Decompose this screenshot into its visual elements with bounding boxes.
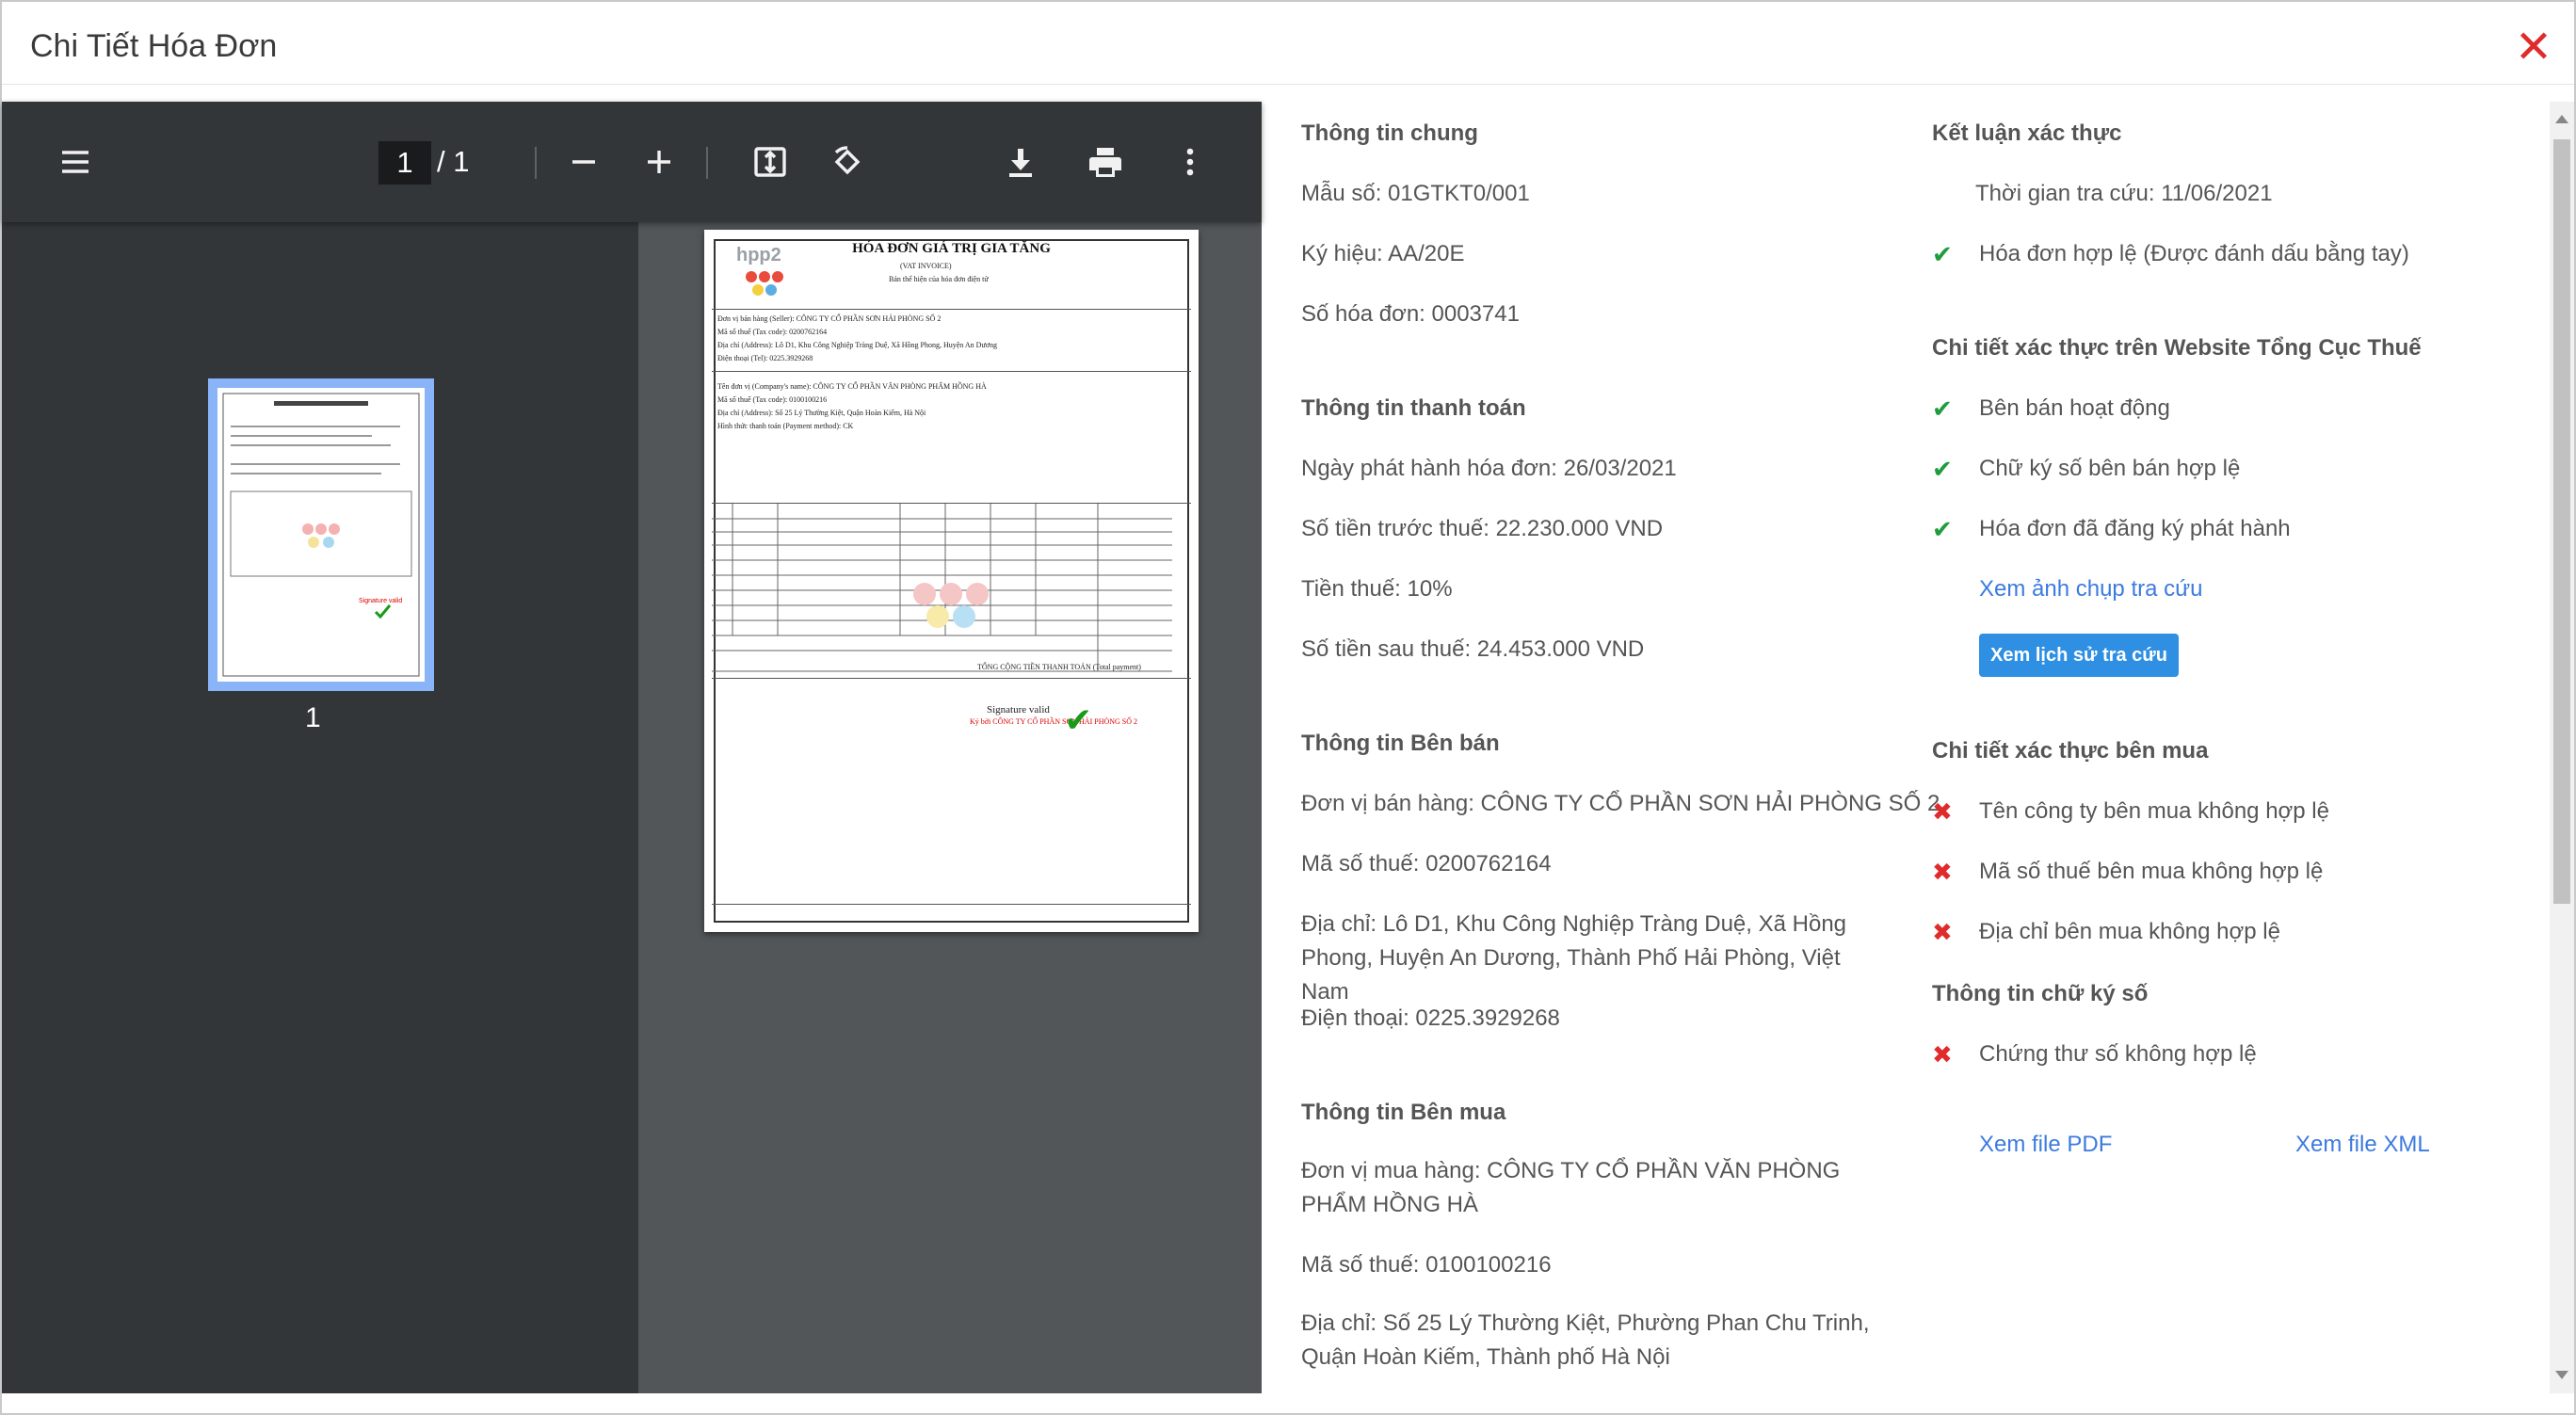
fit-page-icon[interactable]	[744, 136, 797, 188]
view-pdf-link[interactable]: Xem file PDF	[1979, 1132, 2112, 1158]
invoice-seller-line: Đơn vị bán hàng (Seller): CÔNG TY CỔ PHẦ…	[717, 314, 942, 323]
cross-icon: ✖	[1932, 918, 1953, 946]
signature-check-icon: ✔	[1064, 700, 1093, 739]
seller-tax-code: Mã số thuế: 0200762164	[1301, 851, 1552, 876]
buyer-name: Đơn vị mua hàng: CÔNG TY CỔ PHẦN VĂN PHÒ…	[1301, 1158, 1841, 1217]
cross-icon: ✖	[1932, 858, 1953, 886]
logo-dot	[746, 271, 757, 282]
buyer-check-title: Chi tiết xác thực bên mua	[1932, 738, 2209, 764]
seller-phone: Điện thoại: 0225.3929268	[1301, 1005, 1560, 1031]
invoice-text-line: Hình thức thanh toán (Payment method): C…	[717, 422, 854, 430]
issue-date: Ngày phát hành hóa đơn: 26/03/2021	[1301, 456, 1677, 481]
invoice-title: HÓA ĐƠN GIÁ TRỊ GIA TĂNG	[852, 241, 1051, 256]
buyer-check-item: Mã số thuế bên mua không hợp lệ	[1979, 859, 2324, 884]
logo-dot	[752, 284, 764, 296]
zoom-in-icon[interactable]	[633, 136, 685, 188]
invoice-divider	[712, 678, 1191, 679]
invoice-number: Số hóa đơn: 0003741	[1301, 301, 1520, 327]
check-icon: ✔	[1932, 515, 1953, 543]
invoice-info-panel: Thông tin chung Mẫu số: 01GTKT0/001 Ký h…	[1262, 102, 2553, 1393]
tax-site-item: Chữ ký số bên bán hợp lệ	[1979, 456, 2241, 481]
logo-dot	[772, 271, 783, 282]
buyer-address: Địa chỉ: Số 25 Lý Thường Kiệt, Phường Ph…	[1301, 1310, 1870, 1370]
buyer-tax-code: Mã số thuế: 0100100216	[1301, 1252, 1552, 1278]
seller-address: Địa chỉ: Lô D1, Khu Công Nghiệp Tràng Du…	[1301, 911, 1847, 1005]
zoom-out-icon[interactable]	[557, 136, 610, 188]
info-scrollbar[interactable]	[2550, 102, 2574, 1393]
close-icon[interactable]: ✕	[2512, 25, 2555, 71]
scroll-up-icon[interactable]	[2555, 115, 2568, 123]
thumbnail-page-number: 1	[305, 702, 321, 733]
invoice-text-line: Điện thoại (Tel): 0225.3929268	[717, 354, 813, 362]
tax-site-item: Hóa đơn đã đăng ký phát hành	[1979, 516, 2291, 541]
invoice-page: hpp2 HÓA ĐƠN GIÁ TRỊ GIA TĂNG (VAT INVOI…	[704, 230, 1199, 932]
tax-rate: Tiền thuế: 10%	[1301, 576, 1453, 602]
page-thumbnail[interactable]: Signature valid	[208, 378, 434, 691]
invoice-subtitle: (VAT INVOICE)	[900, 262, 952, 270]
print-icon[interactable]	[1079, 136, 1132, 188]
invoice-display-note: Bản thể hiện của hóa đơn điện tử	[889, 275, 989, 283]
logo-dot	[765, 284, 777, 296]
scroll-down-icon[interactable]	[2555, 1371, 2568, 1379]
payment-info-title: Thông tin thanh toán	[1301, 395, 1526, 421]
page-number-input[interactable]: 1	[378, 141, 431, 185]
pdf-toolbar: 1 / 1	[2, 102, 1262, 222]
seller-info-title: Thông tin Bên bán	[1301, 731, 1500, 756]
check-icon: ✔	[1932, 394, 1953, 423]
buyer-info-title: Thông tin Bên mua	[1301, 1100, 1506, 1125]
modal-header: Chi Tiết Hóa Đơn ✕	[2, 2, 2574, 85]
thumbnail-sidebar: Signature valid 1	[2, 222, 638, 1393]
buyer-check-item: Địa chỉ bên mua không hợp lệ	[1979, 919, 2280, 944]
svg-text:Signature valid: Signature valid	[359, 598, 402, 604]
invoice-buyer-line: Tên đơn vị (Company's name): CÔNG TY CỔ …	[717, 382, 987, 391]
invoice-detail-modal: Chi Tiết Hóa Đơn ✕ 1 / 1 Signature valid…	[0, 0, 2576, 1415]
more-vert-icon[interactable]	[1164, 136, 1216, 188]
tax-site-item: Bên bán hoạt động	[1979, 395, 2170, 421]
invoice-text-line: Địa chỉ (Address): Số 25 Lý Thường Kiệt,…	[717, 409, 926, 417]
pre-tax-amount: Số tiền trước thuế: 22.230.000 VND	[1301, 516, 1664, 541]
cross-icon: ✖	[1932, 797, 1953, 826]
modal-title: Chi Tiết Hóa Đơn	[30, 28, 278, 64]
menu-icon[interactable]	[49, 136, 102, 188]
invoice-divider	[712, 309, 1191, 310]
cross-icon: ✖	[1932, 1040, 1953, 1069]
view-history-button[interactable]: Xem lịch sử tra cứu	[1979, 634, 2179, 677]
invoice-divider	[712, 904, 1191, 905]
invoice-total-line: TỔNG CỘNG TIỀN THANH TOÁN (Total payment…	[977, 663, 1141, 671]
pdf-document-area: hpp2 HÓA ĐƠN GIÁ TRỊ GIA TĂNG (VAT INVOI…	[638, 222, 1262, 1393]
rotate-icon[interactable]	[821, 136, 874, 188]
logo-dot	[759, 271, 770, 282]
invoice-text-line: Địa chỉ (Address): Lô D1, Khu Công Nghiệ…	[717, 341, 997, 349]
toolbar-divider	[706, 147, 708, 179]
check-icon: ✔	[1932, 455, 1953, 483]
toolbar-divider	[535, 147, 537, 179]
buyer-check-item: Tên công ty bên mua không hợp lệ	[1979, 798, 2329, 824]
check-icon: ✔	[1932, 240, 1953, 268]
conclusion-title: Kết luận xác thực	[1932, 121, 2122, 146]
seller-name: Đơn vị bán hàng: CÔNG TY CỔ PHẦN SƠN HẢI…	[1301, 791, 1940, 816]
download-icon[interactable]	[994, 136, 1047, 188]
view-xml-link[interactable]: Xem file XML	[2295, 1132, 2430, 1158]
invoice-symbol: Ký hiệu: AA/20E	[1301, 241, 1465, 266]
signed-by-text: Ký bởi CÔNG TY CỔ PHẦN SƠN HẢI PHÒNG SỐ …	[970, 717, 1138, 726]
general-info-title: Thông tin chung	[1301, 121, 1478, 146]
signature-valid-text: Signature valid	[987, 704, 1050, 716]
scrollbar-thumb[interactable]	[2553, 139, 2570, 904]
invoice-table	[712, 503, 1191, 672]
invoice-text-line: Mã số thuế (Tax code): 0100100216	[717, 395, 828, 404]
view-capture-link[interactable]: Xem ảnh chụp tra cứu	[1979, 576, 2203, 603]
tax-site-title: Chi tiết xác thực trên Website Tổng Cục …	[1932, 335, 2422, 361]
invoice-text-line: Mã số thuế (Tax code): 0200762164	[717, 328, 828, 336]
invoice-divider	[712, 371, 1191, 372]
lookup-time: Thời gian tra cứu: 11/06/2021	[1975, 181, 2273, 206]
post-tax-amount: Số tiền sau thuế: 24.453.000 VND	[1301, 636, 1645, 662]
signature-status: Chứng thư số không hợp lệ	[1979, 1041, 2257, 1067]
signature-info-title: Thông tin chữ ký số	[1932, 981, 2149, 1006]
pdf-viewer: 1 / 1 Signature valid 1 hpp2 HÓA ĐƠN GIÁ…	[2, 102, 1262, 1393]
invoice-valid-status: Hóa đơn hợp lệ (Được đánh dấu bằng tay)	[1979, 241, 2409, 266]
form-number: Mẫu số: 01GTKT0/001	[1301, 181, 1530, 206]
page-count: / 1	[437, 145, 470, 178]
